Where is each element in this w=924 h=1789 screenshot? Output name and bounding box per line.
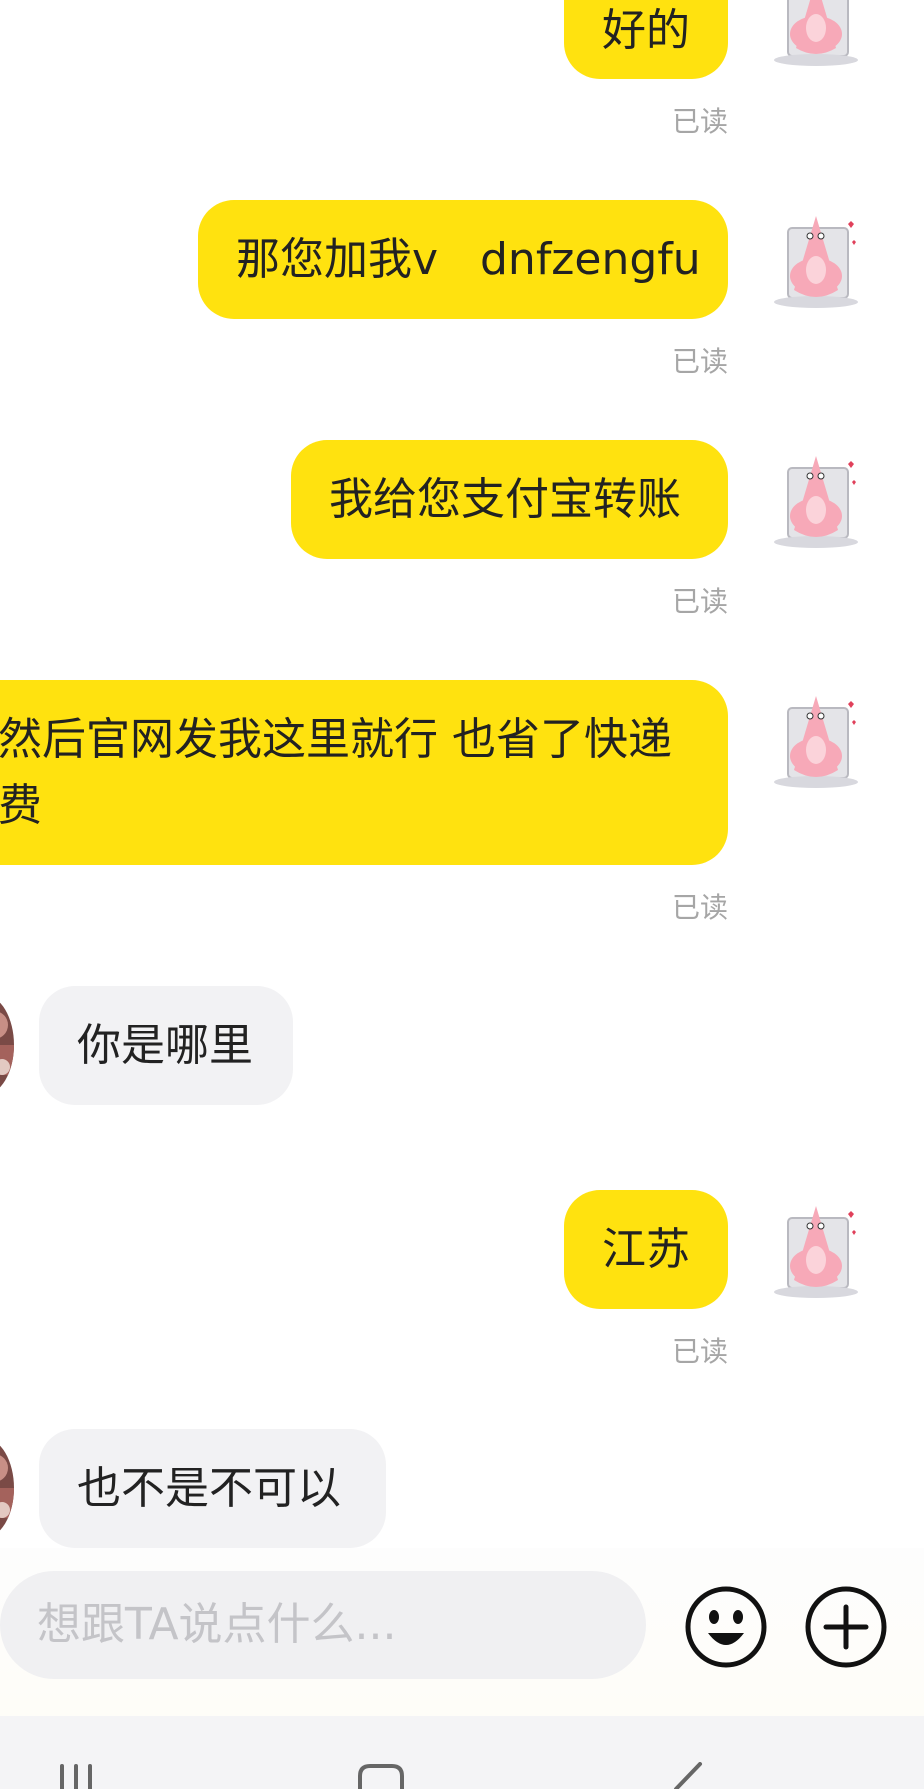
my-avatar[interactable] xyxy=(766,1200,866,1300)
other-avatar[interactable] xyxy=(0,1438,14,1538)
message-bubble[interactable]: 你是哪里 xyxy=(39,986,293,1105)
message-input[interactable]: 想跟TA说点什么... xyxy=(0,1571,646,1679)
message-bubble[interactable]: 然后官网发我这里就行 也省了快递 费 xyxy=(0,680,728,865)
other-avatar[interactable] xyxy=(0,995,14,1095)
message-bubble[interactable]: 也不是不可以 xyxy=(39,1429,386,1548)
message-bubble[interactable]: 那您加我v dnfzengfu xyxy=(198,200,728,319)
message-text: 好的 xyxy=(602,5,690,56)
system-nav-bar xyxy=(0,1716,924,1789)
read-status: 已读 xyxy=(671,1335,728,1368)
read-status: 已读 xyxy=(671,345,728,378)
chat-screen: 好的 已读 那您加我v dnfzengfu 已读 我给您支付宝转账 已读 然后官… xyxy=(0,0,924,1789)
message-text: 也不是不可以 xyxy=(77,1463,341,1514)
my-avatar[interactable] xyxy=(766,690,866,790)
smiley-face-icon[interactable] xyxy=(684,1585,768,1669)
home-icon[interactable] xyxy=(356,1762,406,1789)
my-avatar[interactable] xyxy=(766,0,866,68)
my-avatar[interactable] xyxy=(766,210,866,310)
message-text-line: 然后官网发我这里就行 也省了快递 xyxy=(0,714,672,765)
read-status: 已读 xyxy=(671,891,728,924)
message-bubble[interactable]: 好的 xyxy=(564,0,728,79)
message-text: 江苏 xyxy=(602,1224,690,1275)
my-avatar[interactable] xyxy=(766,450,866,550)
input-placeholder: 想跟TA说点什么... xyxy=(37,1599,397,1650)
plus-circle-icon[interactable] xyxy=(804,1585,888,1669)
message-text: 我给您支付宝转账 xyxy=(329,474,681,525)
read-status: 已读 xyxy=(671,585,728,618)
recents-icon[interactable] xyxy=(56,1762,106,1789)
message-bubble[interactable]: 江苏 xyxy=(564,1190,728,1309)
read-status: 已读 xyxy=(671,105,728,138)
message-text-line: 费 xyxy=(0,780,42,831)
message-text: 你是哪里 xyxy=(77,1020,253,1071)
message-text: 那您加我v dnfzengfu xyxy=(236,234,701,285)
message-bubble[interactable]: 我给您支付宝转账 xyxy=(291,440,728,559)
back-icon[interactable] xyxy=(668,1762,718,1789)
